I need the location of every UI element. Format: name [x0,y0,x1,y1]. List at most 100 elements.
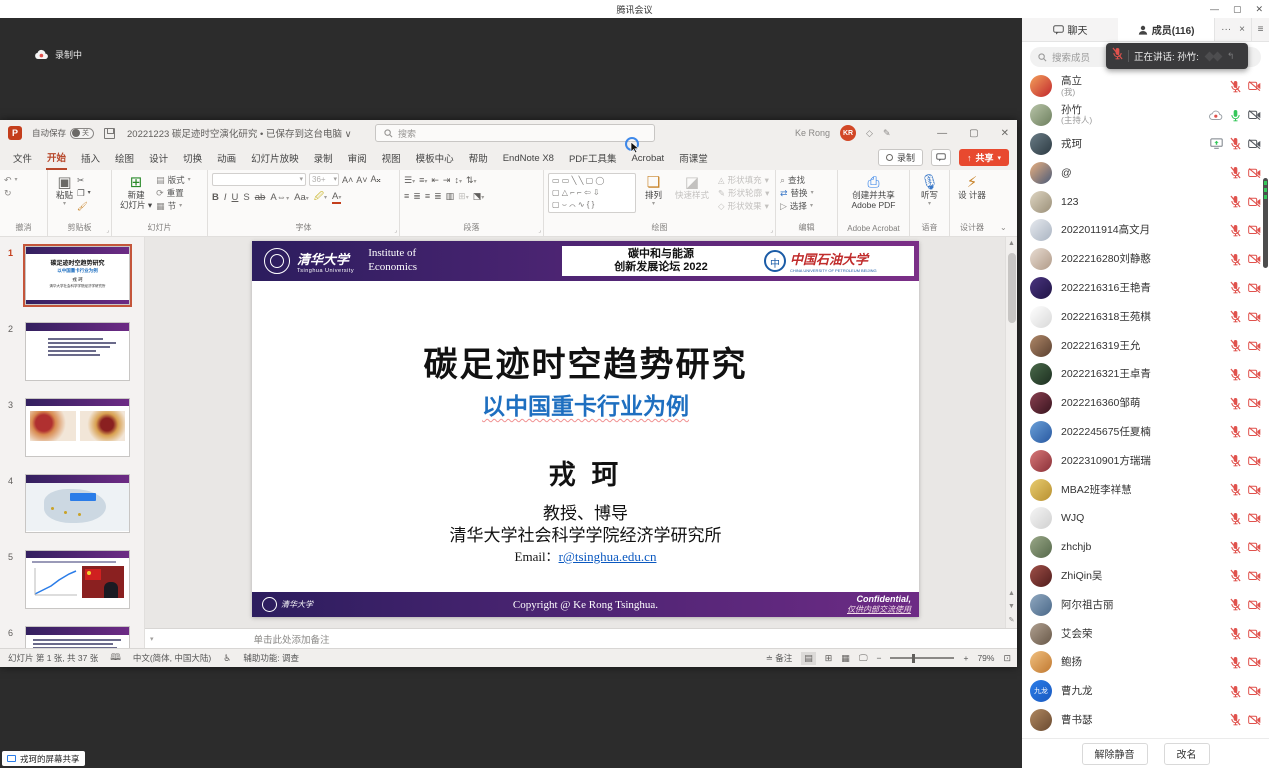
menu-tab-设计[interactable]: 设计 [148,147,169,169]
section-button[interactable]: ▦节▾ [156,201,191,212]
minimize-icon[interactable]: — [1210,4,1219,14]
menu-tab-EndNote X8[interactable]: EndNote X8 [502,149,555,168]
scrollbar-thumb[interactable] [1008,253,1016,323]
bullets-button[interactable]: ☰▾ [404,175,415,186]
menu-tab-切换[interactable]: 切换 [182,147,203,169]
text-direction-button[interactable]: ⇅▾ [466,175,477,186]
member-row[interactable]: 2022245675任夏楠 [1022,418,1269,447]
member-row[interactable]: zhchjb [1022,533,1269,562]
reading-view-button[interactable]: ▦ [841,653,850,664]
clipboard-launcher-icon[interactable]: ⌟ [106,227,109,234]
new-slide-button[interactable]: ⊞ 新建 幻灯片 ▾ [116,173,156,213]
ppt-search-input[interactable]: 搜索 [375,124,655,142]
decrease-indent-button[interactable]: ⇤ [431,175,439,186]
panel-more-button[interactable]: ··· [1221,24,1231,35]
copy-button[interactable]: ❐ ▾ [77,188,91,199]
format-painter-button[interactable]: 🖌 [77,201,91,212]
save-icon[interactable] [104,128,115,139]
member-row[interactable]: 2022216321王卓青 [1022,360,1269,389]
undo-button[interactable]: ↶▾ [4,175,43,186]
member-row[interactable]: 2022310901方瑞瑞 [1022,446,1269,475]
language-status[interactable]: 中文(简体, 中国大陆) [133,652,211,664]
font-color-button[interactable]: A▾ [332,191,341,204]
shape-effects-button[interactable]: ◇ 形状效果 ▾ [718,201,769,212]
member-row[interactable]: 2022216360邹萌 [1022,389,1269,418]
paste-button[interactable]: ▣ 粘贴▾ [52,173,77,212]
member-row[interactable]: 2022216319王允 [1022,331,1269,360]
autosave-toggle[interactable]: 自动保存 关 [32,127,94,139]
member-row[interactable]: 戎珂 [1022,130,1269,159]
normal-view-button[interactable]: ▤ [801,652,816,665]
menu-tab-绘图[interactable]: 绘图 [114,147,135,169]
line-spacing-button[interactable]: ↕▾ [454,175,462,186]
zoom-slider[interactable] [890,657,954,659]
user-avatar[interactable]: KR [840,125,856,141]
slide-sorter-button[interactable]: ⊞ [825,653,833,664]
member-row[interactable]: 鲍扬 [1022,648,1269,677]
menu-tab-录制[interactable]: 录制 [313,147,334,169]
spellcheck-icon[interactable]: 🕮 [110,650,121,666]
clear-format-button[interactable]: A𝄪 [371,174,381,185]
member-row[interactable]: 2022216316王艳青 [1022,274,1269,303]
member-row[interactable]: @ [1022,158,1269,187]
ppt-share-button[interactable]: ↑共享▾ [959,149,1009,166]
member-row[interactable]: 孙竹(主持人) [1022,101,1269,130]
slide-thumbnail[interactable] [25,626,130,648]
reset-button[interactable]: ⟳重置 [156,188,191,199]
member-row[interactable]: ZhiQin吴 [1022,562,1269,591]
align-right-button[interactable]: ≡ [425,191,430,202]
browse-button[interactable]: ✎ [1009,616,1015,624]
accessibility-icon[interactable]: ♿ [223,653,231,664]
zoom-out-button[interactable]: − [877,653,882,663]
highlight-button[interactable]: 🖉▾ [314,189,327,205]
shrink-font-button[interactable]: A˅ [356,175,367,185]
font-name-select[interactable] [212,173,306,186]
member-row[interactable]: 2022216280刘静憨 [1022,245,1269,274]
accessibility-status[interactable]: 辅助功能: 调查 [243,652,299,664]
strikethrough-button[interactable]: ab [255,192,266,203]
justify-button[interactable]: ≣ [434,191,442,202]
shapes-gallery[interactable]: ▭ ▭ ╲ ╲ ▢ ◯ ▢ △ ⌐ ⌐ ⇦ ⇩ ▢ ⌣ ⌒ ∿ { } [548,173,636,213]
increase-indent-button[interactable]: ⇥ [443,175,451,186]
numbering-button[interactable]: ≡▾ [419,175,427,186]
ppt-restore-icon[interactable]: ▢ [969,128,978,139]
redo-button[interactable]: ↻ [4,188,43,199]
screen-share-banner[interactable]: 戎珂的屏幕共享 [2,751,85,766]
email-link[interactable]: r@tsinghua.edu.cn [559,549,657,564]
ppt-minimize-icon[interactable]: — [937,128,947,139]
create-share-pdf-button[interactable]: ⎙ 创建并共享 Adobe PDF [842,173,905,213]
slide-thumbnail[interactable] [25,398,130,457]
tab-members[interactable]: 成员(116) [1118,18,1214,41]
menu-tab-幻灯片放映[interactable]: 幻灯片放映 [250,147,300,169]
notes-splitter-icon[interactable]: ▾ [150,635,154,643]
select-button[interactable]: ▷选择 ▾ [780,201,833,212]
bold-button[interactable]: B [212,192,219,203]
current-slide[interactable]: 清华大学 Tsinghua University Institute of Ec… [252,241,919,617]
tab-chat[interactable]: 聊天 [1022,18,1118,41]
document-title[interactable]: 20221223 碳足迹时空演化研究 • 已保存到这台电脑 ∨ [127,126,352,140]
menu-tab-帮助[interactable]: 帮助 [468,147,489,169]
close-icon[interactable]: ✕ [1255,4,1263,15]
italic-button[interactable]: I [224,192,227,203]
align-left-button[interactable]: ≡ [404,191,409,202]
smartart-button[interactable]: ⬔▾ [473,191,485,202]
next-slide-button[interactable]: ▼ [1008,603,1015,610]
rename-button[interactable]: 改名 [1164,743,1210,765]
menu-tab-文件[interactable]: 文件 [12,147,33,169]
menu-tab-Acrobat[interactable]: Acrobat [630,149,665,168]
underline-button[interactable]: U [232,192,239,203]
member-row[interactable]: WJQ [1022,504,1269,533]
zoom-level[interactable]: 79% [977,653,994,663]
member-row[interactable]: 高立(我) [1022,72,1269,101]
ppt-close-icon[interactable]: ✕ [1001,128,1009,139]
slide-thumbnail[interactable] [25,322,130,381]
columns-button[interactable]: ▥ [446,191,455,202]
ppt-record-button[interactable]: 录制 [878,149,923,166]
menu-tab-插入[interactable]: 插入 [80,147,101,169]
change-case-button[interactable]: Aa▾ [294,192,309,203]
ribbon-collapse-icon[interactable]: ⌄ [1000,223,1007,232]
menu-tab-视图[interactable]: 视图 [381,147,402,169]
quick-styles-button[interactable]: ◪ 快速样式 [671,173,713,213]
menu-tab-PDF工具集[interactable]: PDF工具集 [568,147,618,169]
align-center-button[interactable]: ≣ [413,191,421,202]
